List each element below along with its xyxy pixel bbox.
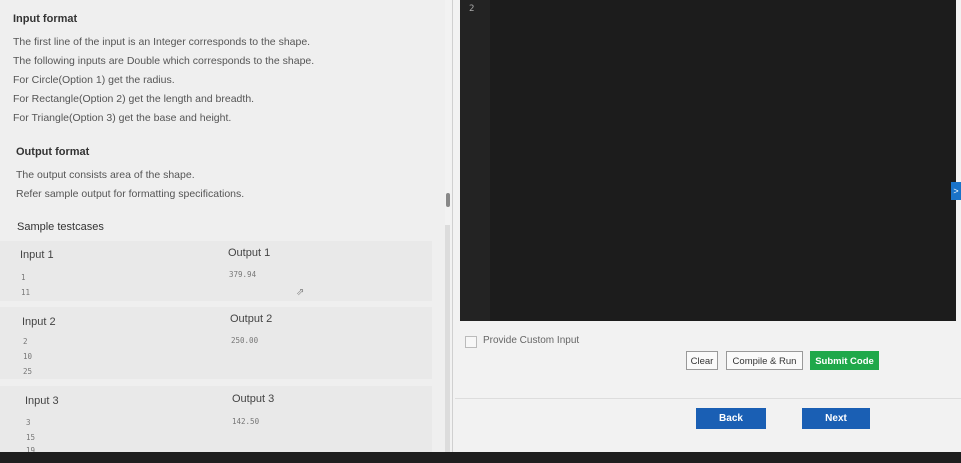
- input-value: 3: [26, 418, 31, 427]
- input-format-line: For Circle(Option 1) get the radius.: [13, 74, 175, 86]
- custom-input-checkbox[interactable]: [465, 336, 477, 348]
- input-value: 10: [23, 352, 33, 361]
- input-format-line: The following inputs are Double which co…: [13, 55, 315, 67]
- problem-scrollbar[interactable]: [445, 225, 450, 463]
- input-format-text: The first line of the input is an Intege…: [13, 33, 314, 128]
- input-value: 11: [21, 288, 31, 297]
- next-button[interactable]: Next: [802, 408, 870, 429]
- input-value: 15: [26, 433, 36, 442]
- clear-button[interactable]: Clear: [686, 351, 718, 370]
- custom-input-label: Provide Custom Input: [483, 335, 580, 346]
- input-value: 25: [23, 367, 33, 376]
- panel-divider: [452, 0, 453, 463]
- problem-panel: Input format The first line of the input…: [0, 0, 445, 463]
- output-label: Output 3: [232, 393, 275, 405]
- input-value: 2: [23, 337, 28, 346]
- footer-divider: [455, 398, 961, 399]
- mouse-cursor-icon: ⇗: [296, 287, 305, 298]
- output-format-title: Output format: [16, 146, 90, 158]
- sample-testcases-title: Sample testcases: [17, 221, 104, 233]
- output-format-text: The output consists area of the shape. R…: [16, 166, 244, 204]
- editor-gutter: 2: [460, 0, 490, 321]
- input-label: Input 2: [22, 316, 56, 328]
- output-format-line: The output consists area of the shape.: [16, 169, 195, 181]
- side-panel-toggle-icon[interactable]: >: [951, 182, 961, 200]
- input-format-title: Input format: [13, 13, 78, 25]
- input-format-line: The first line of the input is an Intege…: [13, 36, 311, 48]
- output-value: 142.50: [232, 417, 260, 426]
- testcase-2: Input 2 Output 2 2 10 25 250.00: [0, 307, 432, 379]
- input-format-line: For Triangle(Option 3) get the base and …: [13, 112, 232, 124]
- testcase-3: Input 3 Output 3 3 15 19 142.50: [0, 386, 432, 455]
- input-label: Input 1: [20, 249, 54, 261]
- output-value: 379.94: [229, 270, 257, 279]
- output-label: Output 1: [228, 247, 271, 259]
- output-value: 250.00: [231, 336, 259, 345]
- compile-run-button[interactable]: Compile & Run: [726, 351, 803, 370]
- panel-resize-handle[interactable]: [446, 193, 450, 207]
- input-value: 1: [21, 273, 26, 282]
- code-editor[interactable]: 2: [460, 0, 956, 321]
- output-format-line: Refer sample output for formatting speci…: [16, 188, 245, 200]
- output-label: Output 2: [230, 313, 273, 325]
- submit-code-button[interactable]: Submit Code: [810, 351, 879, 370]
- testcase-1: Input 1 Output 1 1 11 379.94: [0, 241, 432, 301]
- line-number: 2: [469, 4, 475, 14]
- input-format-line: For Rectangle(Option 2) get the length a…: [13, 93, 255, 105]
- input-label: Input 3: [25, 395, 59, 407]
- back-button[interactable]: Back: [696, 408, 766, 429]
- taskbar: [0, 452, 961, 463]
